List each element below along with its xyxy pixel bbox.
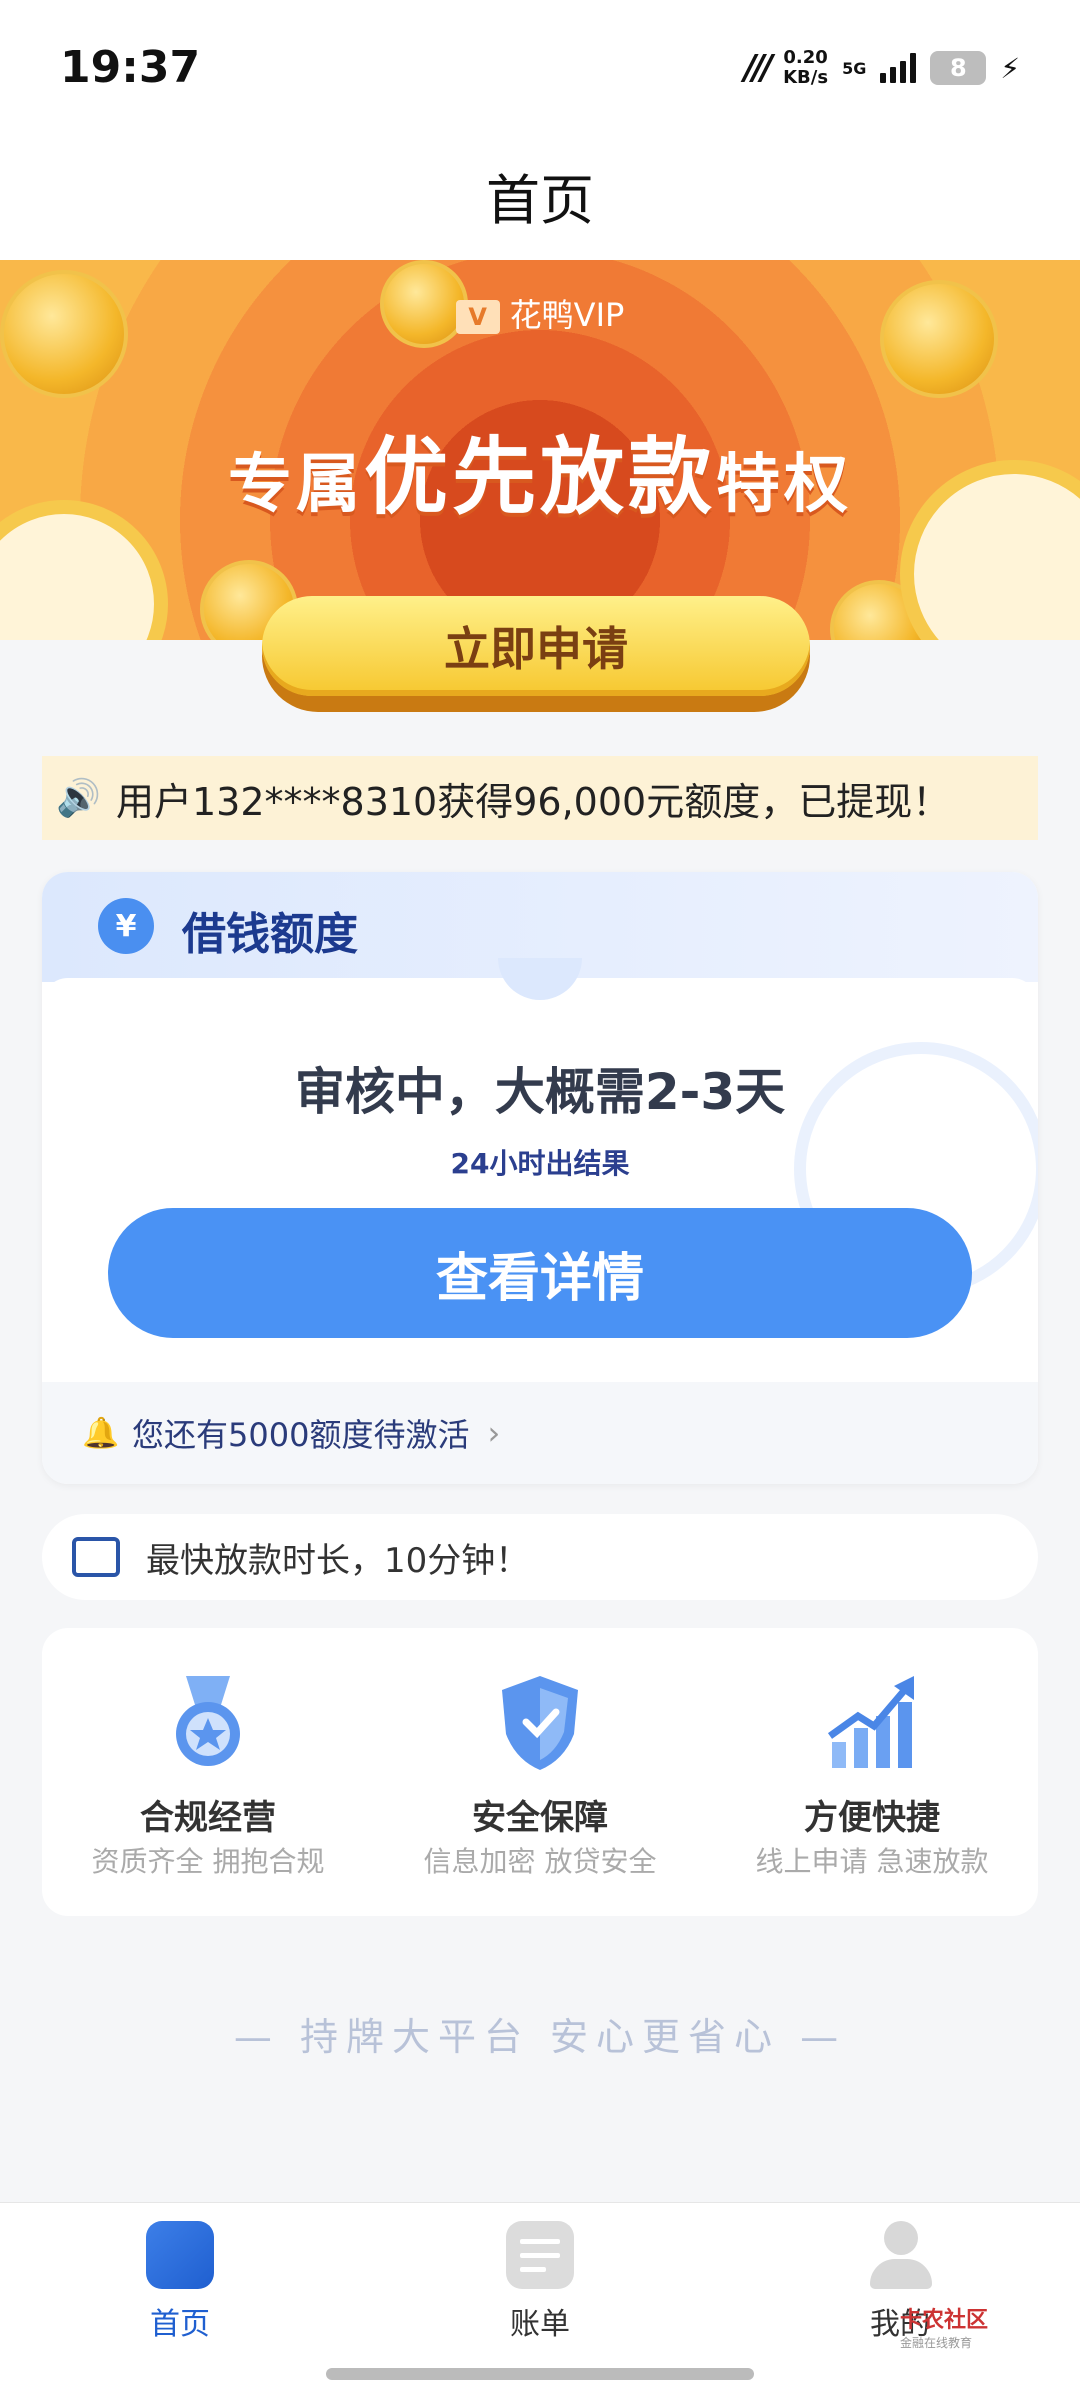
bell-icon: 🔔: [82, 1415, 120, 1451]
banner-slogan: 专属优先放款特权: [227, 428, 852, 526]
user-icon: [866, 2221, 934, 2289]
promo-banner[interactable]: V 花鸭VIP 专属优先放款特权: [0, 260, 1080, 640]
notice-text: 用户132****8310获得96,000元额度，已提现！: [116, 779, 951, 824]
feature-security: 安全保障 信息加密 放贷安全: [374, 1628, 706, 1916]
features-panel: 合规经营 资质齐全 拥抱合规 安全保障 信息加密 放贷安全 方便快捷 线上申请 …: [42, 1628, 1038, 1916]
activate-limit-text: 您还有5000额度待激活: [132, 1416, 470, 1454]
page-title: 首页: [486, 168, 594, 232]
home-indicator: [326, 2368, 754, 2380]
network-type: 5G: [842, 58, 867, 78]
tagline: — 持牌大平台 安心更省心 —: [233, 2015, 847, 2059]
page-header: 首页: [0, 130, 1080, 260]
shield-icon: [502, 1676, 578, 1770]
battery-icon: 8: [930, 51, 987, 85]
review-sub-status: 24小时出结果: [450, 1147, 630, 1180]
home-icon: [146, 2221, 214, 2289]
status-indicators: /// 0.20 KB/s 5G 8 ⚡: [744, 44, 1020, 92]
nav-home[interactable]: 首页: [80, 2221, 280, 2343]
review-status: 审核中，大概需2-3天: [294, 1063, 786, 1121]
feature-convenience: 方便快捷 线上申请 急速放款: [706, 1628, 1038, 1916]
medal-icon: [176, 1676, 240, 1766]
growth-chart-icon: [827, 1676, 914, 1768]
status-time: 19:37: [60, 42, 201, 93]
network-speed: 0.20 KB/s: [783, 47, 829, 88]
speaker-icon: 🔊: [56, 778, 101, 819]
crown-icon: V: [455, 300, 500, 334]
credit-limit-card: ¥ 借钱额度 审核中，大概需2-3天 24小时出结果 查看详情 🔔 您还有500…: [42, 872, 1038, 1484]
watermark: 卡农社区 金融在线教育: [900, 2308, 989, 2350]
nav-bill[interactable]: 账单: [440, 2221, 640, 2343]
view-details-button[interactable]: 查看详情: [108, 1208, 972, 1338]
signal-icon: [880, 53, 917, 83]
fast-loan-bar: 最快放款时长，10分钟！: [42, 1514, 1038, 1600]
activate-limit-link[interactable]: 🔔 您还有5000额度待激活 ›: [42, 1382, 1038, 1484]
bill-icon: [506, 2221, 574, 2289]
notice-bar: 🔊 用户132****8310获得96,000元额度，已提现！: [42, 756, 1038, 840]
money-bag-icon: ¥: [98, 898, 154, 954]
vip-label: V 花鸭VIP: [0, 290, 1080, 336]
feature-compliance: 合规经营 资质齐全 拥抱合规: [42, 1628, 374, 1916]
truck-icon: [72, 1537, 120, 1577]
fast-loan-text: 最快放款时长，10分钟！: [146, 1540, 530, 1581]
charging-icon: ⚡: [1000, 51, 1020, 85]
network-activity-icon: ///: [743, 48, 773, 88]
apply-now-button[interactable]: 立即申请: [262, 596, 810, 696]
card-title: 借钱额度: [182, 909, 358, 960]
chevron-right-icon: ›: [487, 1414, 501, 1452]
